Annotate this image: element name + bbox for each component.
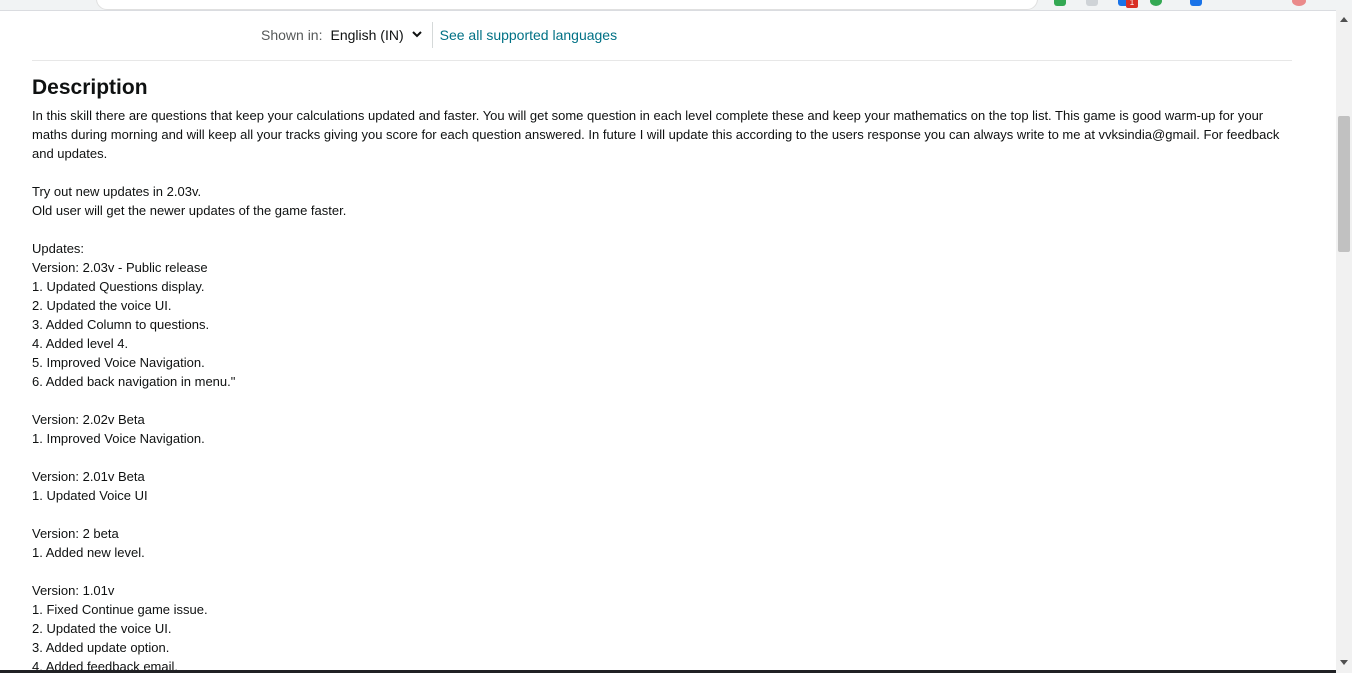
description-heading: Description — [32, 76, 148, 99]
description-line: Version: 2.03v - Public release — [32, 260, 208, 275]
description-body: In this skill there are questions that k… — [32, 106, 1294, 676]
extension-icon[interactable] — [1150, 0, 1162, 6]
see-all-languages-link[interactable]: See all supported languages — [440, 27, 617, 43]
description-intro: In this skill there are questions that k… — [32, 108, 1280, 161]
description-line: 4. Added feedback email. — [32, 659, 178, 674]
language-selector-row: Shown in: English (IN) See all supported… — [261, 22, 617, 48]
description-line: Version: 2 beta — [32, 526, 119, 541]
scroll-up-icon[interactable] — [1340, 17, 1348, 22]
description-line: 1. Updated Questions display. — [32, 279, 205, 294]
scrollbar-thumb[interactable] — [1338, 116, 1350, 252]
divider — [431, 22, 433, 48]
description-line: 3. Added Column to questions. — [32, 317, 210, 332]
browser-toolbar: 1 — [0, 0, 1352, 11]
chevron-down-icon — [411, 30, 422, 37]
description-line: Updates: — [32, 241, 85, 256]
extension-badge: 1 — [1126, 0, 1138, 8]
extension-icon[interactable] — [1054, 0, 1066, 6]
scroll-down-icon[interactable] — [1340, 660, 1348, 665]
extension-icon[interactable] — [1086, 0, 1098, 6]
extension-icon[interactable] — [1190, 0, 1202, 6]
description-line: 1. Improved Voice Navigation. — [32, 431, 205, 446]
description-line: 5. Improved Voice Navigation. — [32, 355, 205, 370]
description-line: Try out new updates in 2.03v. — [32, 184, 202, 199]
description-line: 1. Fixed Continue game issue. — [32, 602, 208, 617]
shown-in-label: Shown in: — [261, 27, 323, 43]
description-line: Version: 1.01v — [32, 583, 115, 598]
description-line: Version: 2.01v Beta — [32, 469, 145, 484]
description-line: 2. Updated the voice UI. — [32, 298, 172, 313]
description-line: 1. Updated Voice UI — [32, 488, 148, 503]
language-dropdown-value: English (IN) — [330, 27, 404, 43]
description-line: 4. Added level 4. — [32, 336, 129, 351]
description-line: 3. Added update option. — [32, 640, 170, 655]
description-line: Version: 2.02v Beta — [32, 412, 145, 427]
profile-avatar-icon[interactable] — [1292, 0, 1306, 6]
section-divider — [32, 60, 1292, 61]
page-scrollbar[interactable] — [1336, 10, 1352, 673]
description-line: 1. Added new level. — [32, 545, 145, 560]
description-line: 6. Added back navigation in menu." — [32, 374, 236, 389]
description-line: 2. Updated the voice UI. — [32, 621, 172, 636]
address-bar[interactable] — [96, 0, 1038, 10]
language-dropdown[interactable]: English (IN) — [330, 27, 422, 43]
description-line: Old user will get the newer updates of t… — [32, 203, 347, 218]
